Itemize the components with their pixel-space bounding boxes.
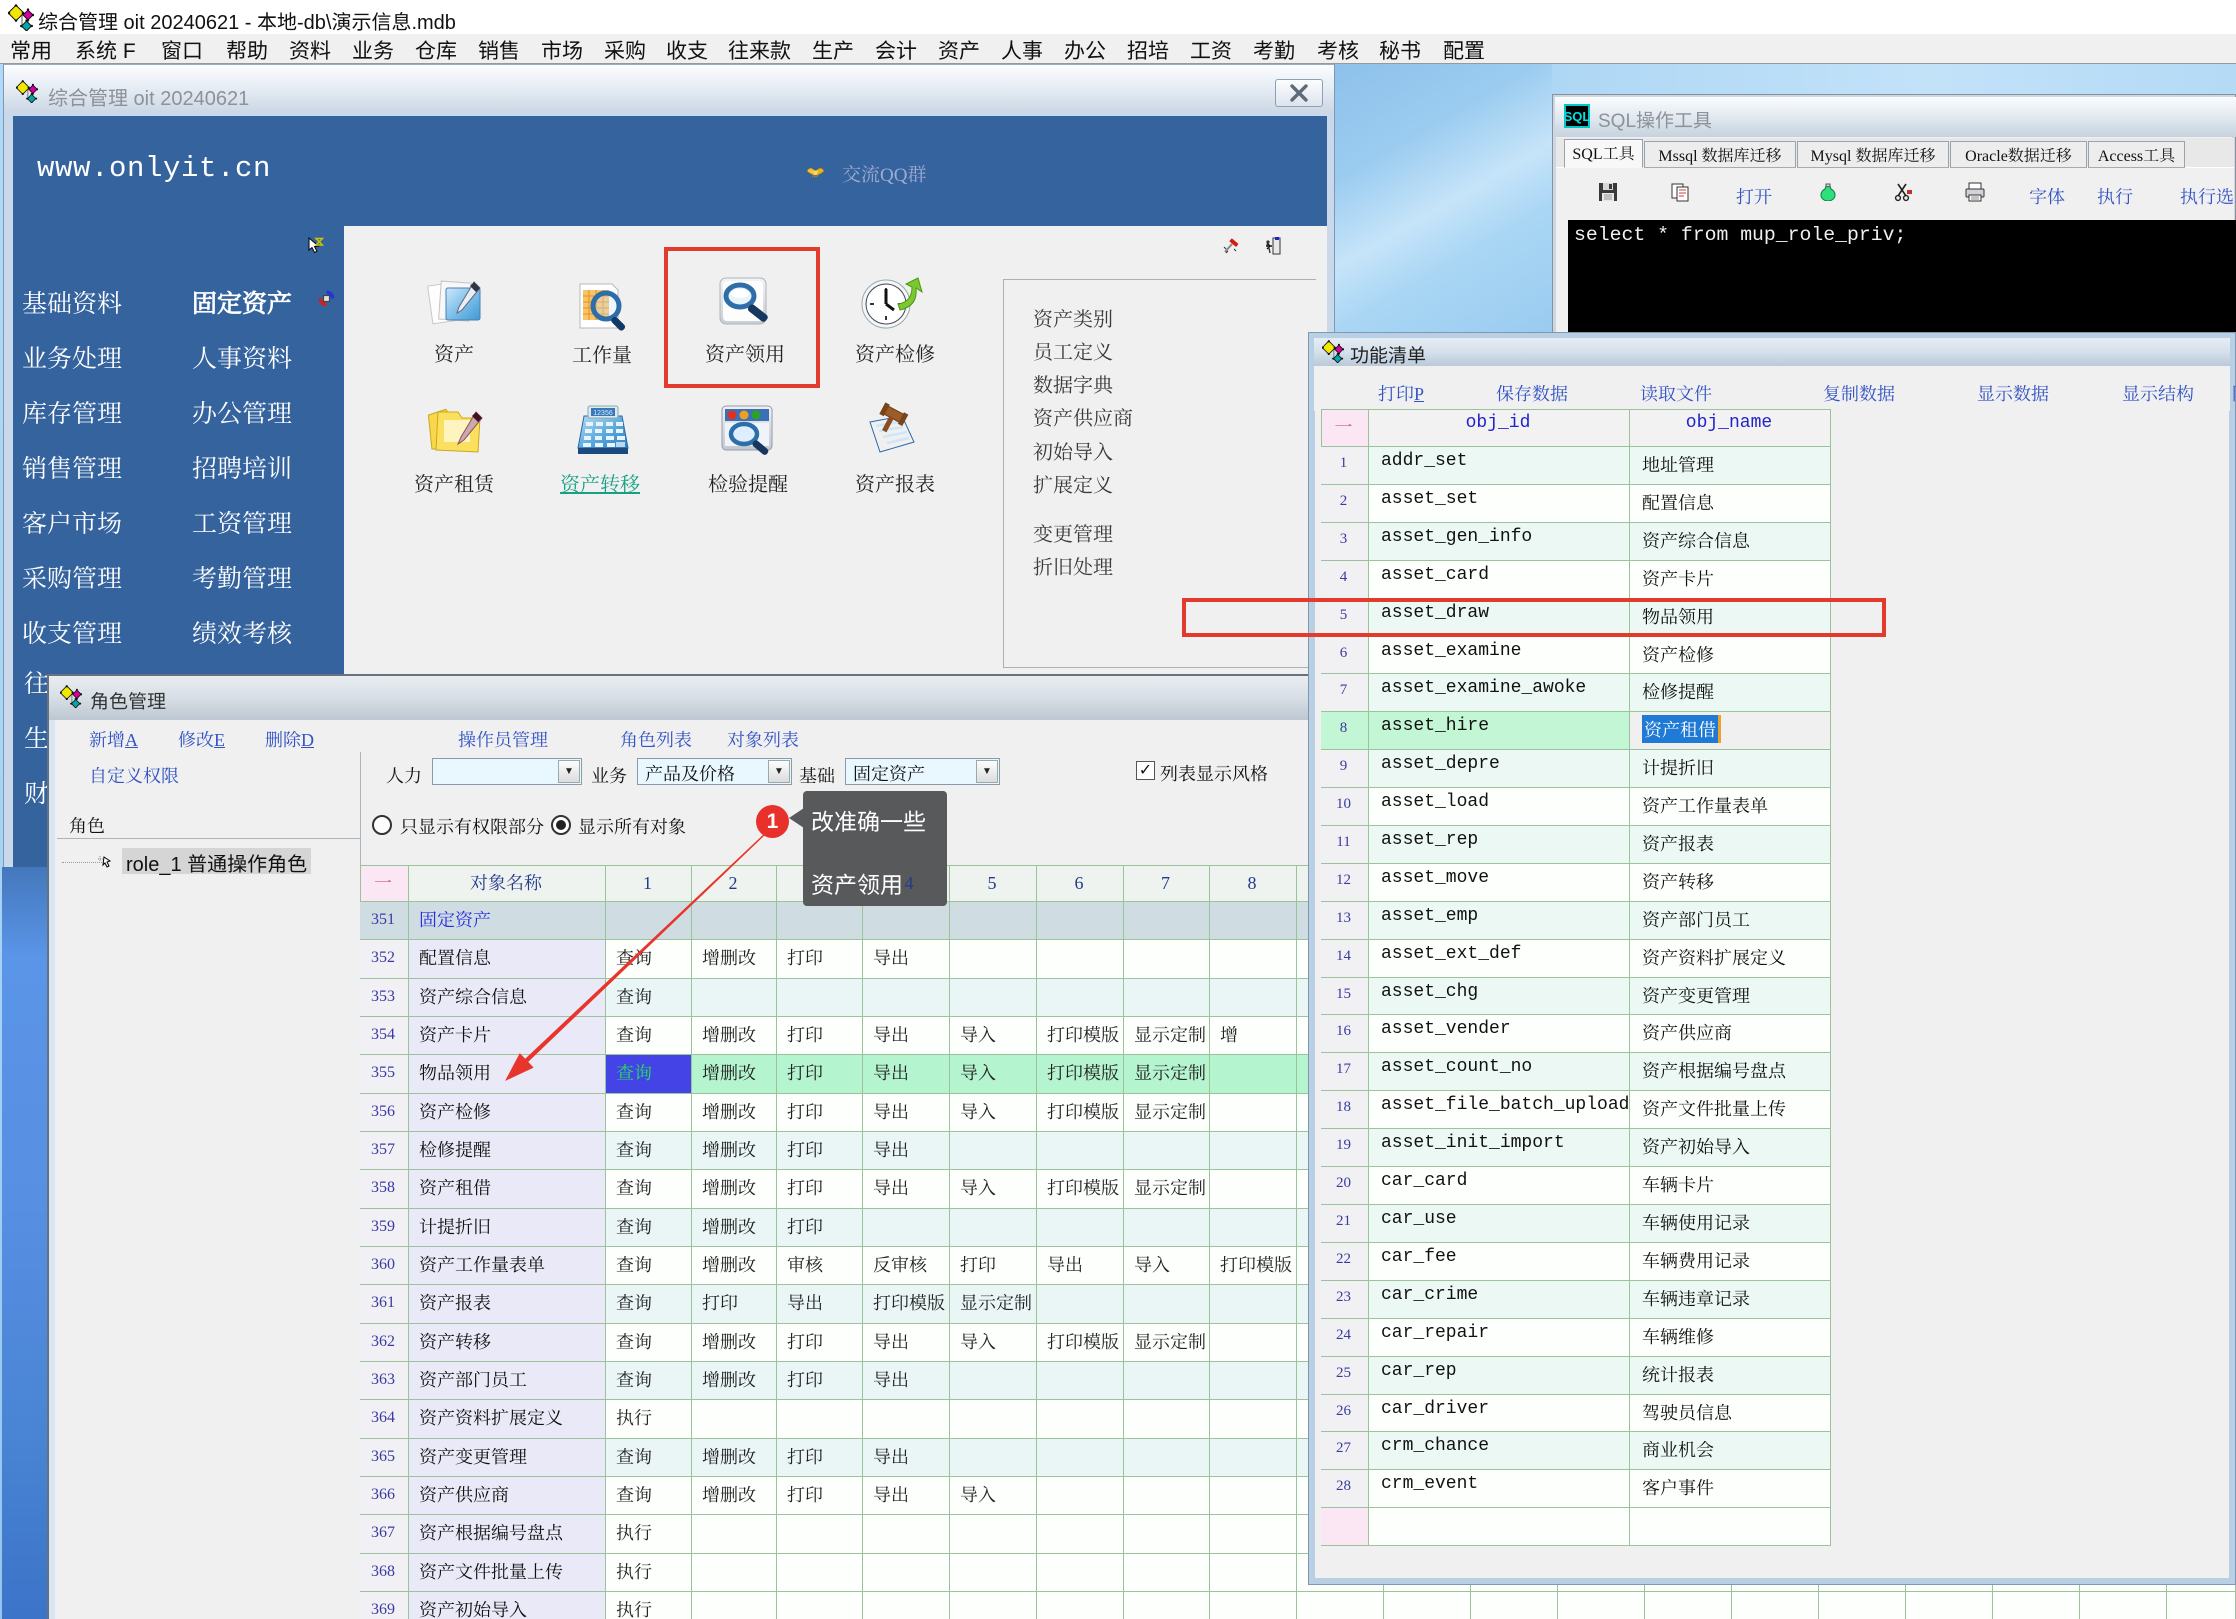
svg-text:12356: 12356: [593, 410, 613, 417]
svg-text:SQL: SQL: [1564, 109, 1590, 124]
